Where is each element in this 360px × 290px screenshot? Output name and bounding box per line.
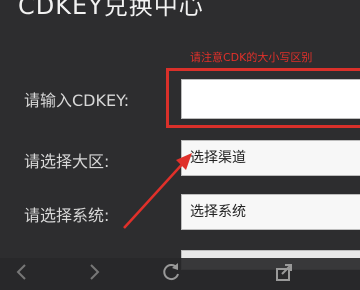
- page-title: CDKEY兑换中心: [18, 0, 204, 20]
- browser-bottom-bar: [0, 258, 360, 290]
- share-button[interactable]: [264, 258, 304, 290]
- back-icon: [16, 264, 26, 280]
- region-label: 请选择大区:: [24, 152, 110, 171]
- refresh-icon: [163, 263, 179, 281]
- region-select[interactable]: 选择渠道: [181, 140, 360, 176]
- cdkey-label: 请输入CDKEY:: [24, 91, 130, 110]
- system-select[interactable]: 选择系统: [181, 194, 360, 230]
- back-button[interactable]: [2, 258, 42, 290]
- forward-button[interactable]: [74, 258, 114, 290]
- refresh-button[interactable]: [152, 258, 192, 290]
- system-label: 请选择系统:: [24, 206, 110, 225]
- cdkey-input[interactable]: [181, 79, 360, 119]
- case-sensitivity-hint: 请注意CDK的大小写区别: [190, 51, 313, 64]
- forward-icon: [90, 264, 100, 280]
- share-icon: [276, 264, 292, 281]
